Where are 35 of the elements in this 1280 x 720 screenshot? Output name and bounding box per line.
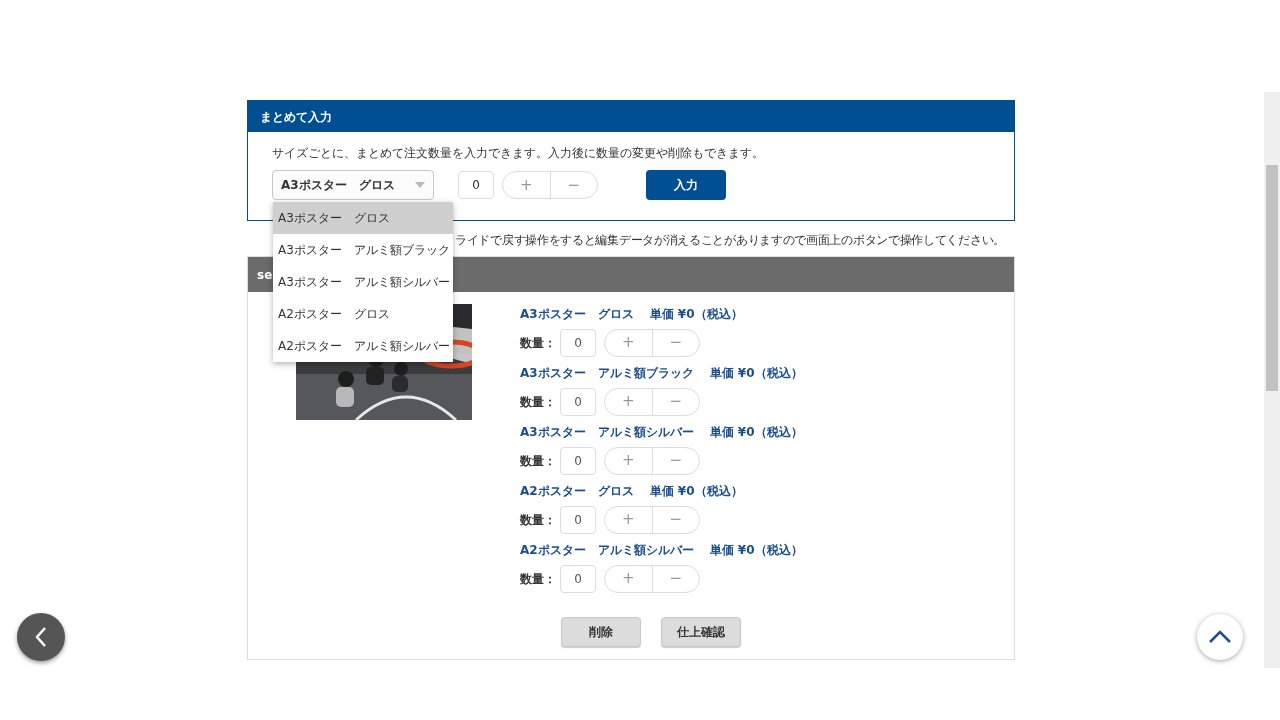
action-button[interactable]: 仕上確認 — [661, 617, 741, 647]
scroll-top-button[interactable] — [1197, 614, 1243, 660]
quantity-label: 数量： — [520, 393, 556, 411]
quantity-label: 数量： — [520, 570, 556, 588]
dropdown-option[interactable]: A3ポスター アルミ額シルバー — [273, 266, 453, 298]
product-title: A3ポスター アルミ額ブラック 単価 ¥0（税込） — [520, 365, 803, 382]
description-text: サイズごとに、まとめて注文数量を入力できます。入力後に数量の変更や削除もできます。 — [272, 145, 765, 162]
scrollbar-thumb[interactable] — [1266, 165, 1278, 391]
quantity-label: 数量： — [520, 511, 556, 529]
dropdown-option[interactable]: A3ポスター グロス — [273, 202, 453, 234]
note-text: ライドで戻す操作をすると編集データが消えることがありますので画面上のボタンで操作してください。 — [455, 232, 1006, 248]
quantity-field[interactable]: 0 — [560, 446, 596, 475]
size-select[interactable]: A3ポスター グロス — [272, 170, 434, 200]
quantity-field[interactable]: 0 — [458, 171, 494, 199]
action-button[interactable]: 削除 — [561, 617, 641, 647]
quantity-field[interactable]: 0 — [560, 387, 596, 416]
quantity-field[interactable]: 0 — [560, 328, 596, 357]
dropdown-option[interactable]: A2ポスター アルミ額シルバー — [273, 330, 453, 362]
back-button[interactable] — [17, 613, 65, 661]
quantity-field[interactable]: 0 — [560, 505, 596, 534]
panel-header: まとめて入力 — [248, 101, 1014, 132]
product-title: A3ポスター グロス 単価 ¥0（税込） — [520, 306, 744, 323]
caret-icon — [415, 182, 425, 188]
product-title: A3ポスター アルミ額シルバー 単価 ¥0（税込） — [520, 424, 803, 441]
section-title: se — [257, 266, 273, 284]
input-button[interactable]: 入力 — [646, 170, 726, 200]
product-title: A2ポスター アルミ額シルバー 単価 ¥0（税込） — [520, 542, 803, 559]
product-title: A2ポスター グロス 単価 ¥0（税込） — [520, 483, 744, 500]
chevron-left-icon — [34, 626, 48, 648]
dropdown-option[interactable]: A3ポスター アルミ額ブラック — [273, 234, 453, 266]
quantity-field[interactable]: 0 — [560, 564, 596, 593]
dropdown-option[interactable]: A2ポスター グロス — [273, 298, 453, 330]
quantity-label: 数量： — [520, 334, 556, 352]
quantity-label: 数量： — [520, 452, 556, 470]
chevron-up-icon — [1208, 630, 1232, 644]
